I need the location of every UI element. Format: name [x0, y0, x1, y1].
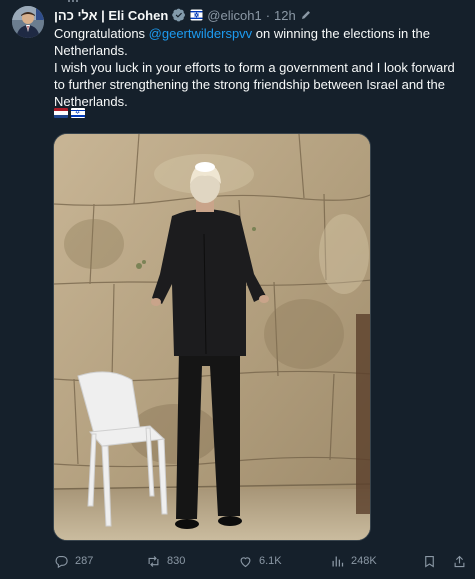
share-icon — [454, 555, 465, 567]
tweet-header: אלי כהן | Eli Cohen @elicoh1 · 12h — [54, 6, 312, 24]
bookmark-button[interactable] — [422, 554, 437, 569]
reply-icon — [55, 555, 68, 568]
tweet-text-intro: Congratulations — [54, 26, 149, 41]
reply-button[interactable]: 287 — [54, 554, 93, 569]
views-count: 248K — [351, 555, 377, 567]
avatar[interactable] — [12, 6, 44, 38]
share-button[interactable] — [452, 554, 467, 569]
reply-count: 287 — [75, 555, 94, 567]
timestamp[interactable]: 12h — [274, 8, 296, 23]
display-name[interactable]: אלי כהן | Eli Cohen — [54, 8, 168, 23]
repost-button[interactable]: 830 — [146, 554, 185, 569]
netherlands-flag-icon — [54, 108, 68, 118]
affiliate-flag-icon[interactable] — [190, 9, 203, 21]
flag-emojis: ✡ — [54, 108, 85, 118]
repost-icon — [148, 555, 159, 567]
verified-badge-icon[interactable] — [172, 8, 186, 22]
edit-icon[interactable] — [300, 9, 312, 21]
tweet-photo[interactable] — [53, 133, 371, 541]
views-icon — [332, 556, 344, 566]
mention-link[interactable]: @geertwilderspvv — [149, 26, 253, 41]
views-button[interactable]: 248K — [330, 554, 377, 569]
bookmark-icon — [425, 555, 434, 568]
like-button[interactable]: 6.1K — [238, 554, 282, 569]
separator: · — [265, 7, 271, 23]
handle[interactable]: @elicoh1 — [207, 8, 261, 23]
repost-count: 830 — [167, 555, 186, 567]
tweet[interactable]: אלי כהן | Eli Cohen @elicoh1 · 12h Congr… — [0, 0, 475, 579]
tweet-text: Congratulations @geertwilderspvv on winn… — [54, 25, 464, 110]
like-icon — [240, 556, 251, 567]
like-count: 6.1K — [259, 555, 282, 567]
israel-flag-icon: ✡ — [71, 108, 85, 118]
action-bar: 287 830 6.1K 248K — [54, 551, 467, 571]
tweet-text-line2: I wish you luck in your efforts to form … — [54, 60, 455, 109]
thread-dots — [68, 0, 78, 3]
western-wall-photo — [54, 134, 370, 540]
